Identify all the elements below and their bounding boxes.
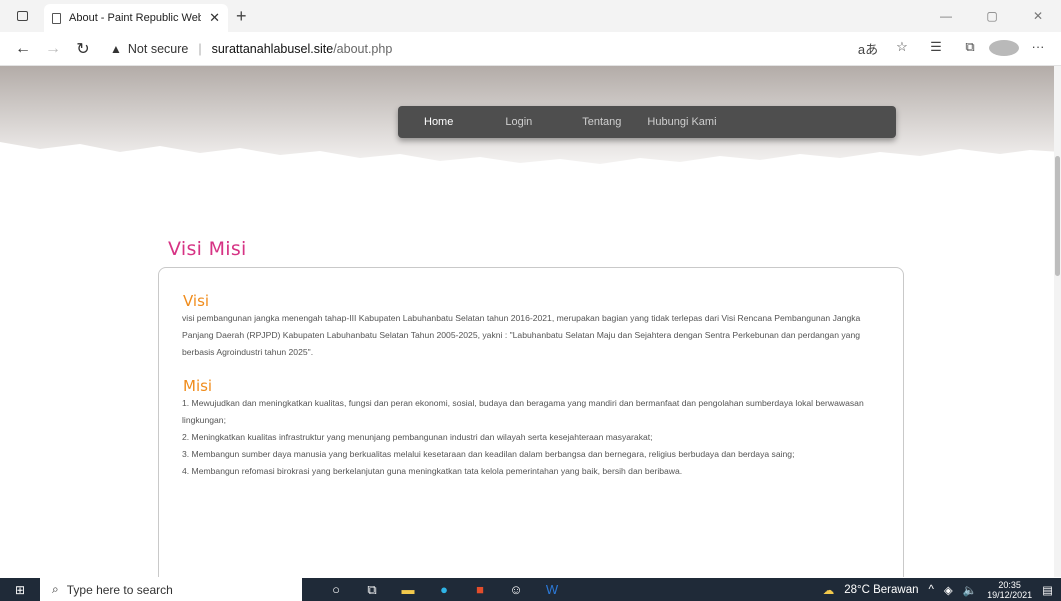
forward-icon[interactable]: →	[38, 40, 68, 58]
misi-item: 1. Mewujudkan dan meningkatkan kualitas,…	[182, 398, 864, 425]
misi-heading: Misi	[183, 377, 213, 395]
cortana-icon[interactable]: ○	[328, 582, 344, 598]
office-icon[interactable]: ■	[472, 582, 488, 598]
windows-taskbar: ⊞ ⌕ Type here to search ○ ⧉ ▬ ● ■ ☺ W ☁ …	[0, 578, 1061, 601]
clock-time: 20:35	[998, 579, 1021, 590]
edge-icon[interactable]: ●	[436, 582, 452, 598]
volume-icon[interactable]: 🔈	[963, 583, 977, 597]
windows-start-icon[interactable]: ⊞	[0, 583, 40, 597]
back-icon[interactable]: ←	[8, 40, 38, 58]
task-view-icon[interactable]: ⧉	[364, 582, 380, 598]
favorites-icon[interactable]: ☰	[921, 39, 951, 58]
clock[interactable]: 20:35 19/12/2021	[987, 580, 1032, 600]
url-host: surattanahlabusel.site	[211, 41, 334, 56]
weather-icon: ☁	[822, 584, 835, 597]
address-bar: ← → ↻ ▲ Not secure | surattanahlabusel.s…	[0, 32, 1061, 66]
clock-date: 19/12/2021	[987, 589, 1033, 600]
search-icon: ⌕	[52, 582, 59, 596]
more-icon[interactable]: ···	[1023, 39, 1053, 58]
profile-icon[interactable]	[989, 39, 1019, 58]
taskbar-search[interactable]: ⌕ Type here to search	[40, 578, 302, 601]
system-tray: ☁ 28°C Berawan ^ ◈ 🔈 20:35 19/12/2021 ▤	[823, 578, 1061, 601]
page-scrollbar[interactable]	[1054, 66, 1061, 577]
browser-tab-bar: About - Paint Republic Web Tem ✕ + — ▢ ✕	[0, 0, 1061, 32]
misi-item: 2. Meningkatkan kualitas infrastruktur y…	[182, 432, 653, 442]
main-navigation: Home Login Tentang Hubungi Kami	[398, 106, 896, 138]
nav-login[interactable]: Login	[505, 116, 532, 128]
url-separator: |	[198, 41, 202, 56]
window-controls: — ▢ ✕	[923, 0, 1061, 32]
weather-text[interactable]: 28°C Berawan	[844, 584, 918, 596]
visi-heading: Visi	[183, 292, 210, 310]
security-label: Not secure	[127, 41, 189, 56]
collections-icon[interactable]: ⧉	[955, 39, 985, 58]
file-explorer-icon[interactable]: ▬	[400, 582, 416, 598]
minimize-icon[interactable]: —	[923, 0, 969, 32]
nav-hubungi-kami[interactable]: Hubungi Kami	[647, 116, 716, 128]
url-field[interactable]: ▲ Not secure | surattanahlabusel.site/ab…	[110, 42, 853, 56]
search-placeholder: Type here to search	[66, 582, 173, 597]
read-aloud-icon[interactable]: aあ	[853, 39, 883, 58]
misi-item: 4. Membangun refomasi birokrasi yang ber…	[182, 466, 683, 476]
nav-tentang[interactable]: Tentang	[582, 116, 621, 128]
nav-home[interactable]: Home	[424, 116, 453, 128]
toolbar-icons: aあ ☆ ☰ ⧉ ···	[853, 39, 1053, 58]
notifications-icon[interactable]: ▤	[1042, 583, 1053, 597]
page-icon	[52, 12, 61, 24]
favorite-add-icon[interactable]: ☆	[887, 39, 917, 58]
close-tab-icon[interactable]: ✕	[209, 10, 220, 26]
refresh-icon[interactable]: ↻	[68, 39, 98, 59]
word-icon[interactable]: W	[544, 582, 560, 598]
close-window-icon[interactable]: ✕	[1015, 0, 1061, 32]
page-viewport: Home Login Tentang Hubungi Kami Visi Mis…	[0, 66, 1061, 577]
tab-actions-icon[interactable]	[0, 11, 44, 21]
tray-chevron-icon[interactable]: ^	[928, 584, 933, 596]
page-title: Visi Misi	[168, 238, 247, 260]
network-icon[interactable]: ◈	[944, 583, 953, 597]
browser-tab[interactable]: About - Paint Republic Web Tem ✕	[44, 4, 228, 32]
visi-text: visi pembangunan jangka menengah tahap-I…	[182, 313, 861, 357]
tab-title: About - Paint Republic Web Tem	[69, 12, 202, 24]
warning-icon: ▲	[110, 41, 122, 56]
taskbar-apps: ○ ⧉ ▬ ● ■ ☺ W	[328, 582, 560, 598]
url-path: /about.php	[333, 41, 393, 56]
content-card: Visi visi pembangunan jangka menengah ta…	[158, 267, 904, 577]
emoji-app-icon[interactable]: ☺	[508, 582, 524, 598]
restore-icon[interactable]: ▢	[969, 0, 1015, 32]
new-tab-icon[interactable]: +	[236, 7, 247, 25]
misi-item: 3. Membangun sumber daya manusia yang be…	[182, 449, 795, 459]
